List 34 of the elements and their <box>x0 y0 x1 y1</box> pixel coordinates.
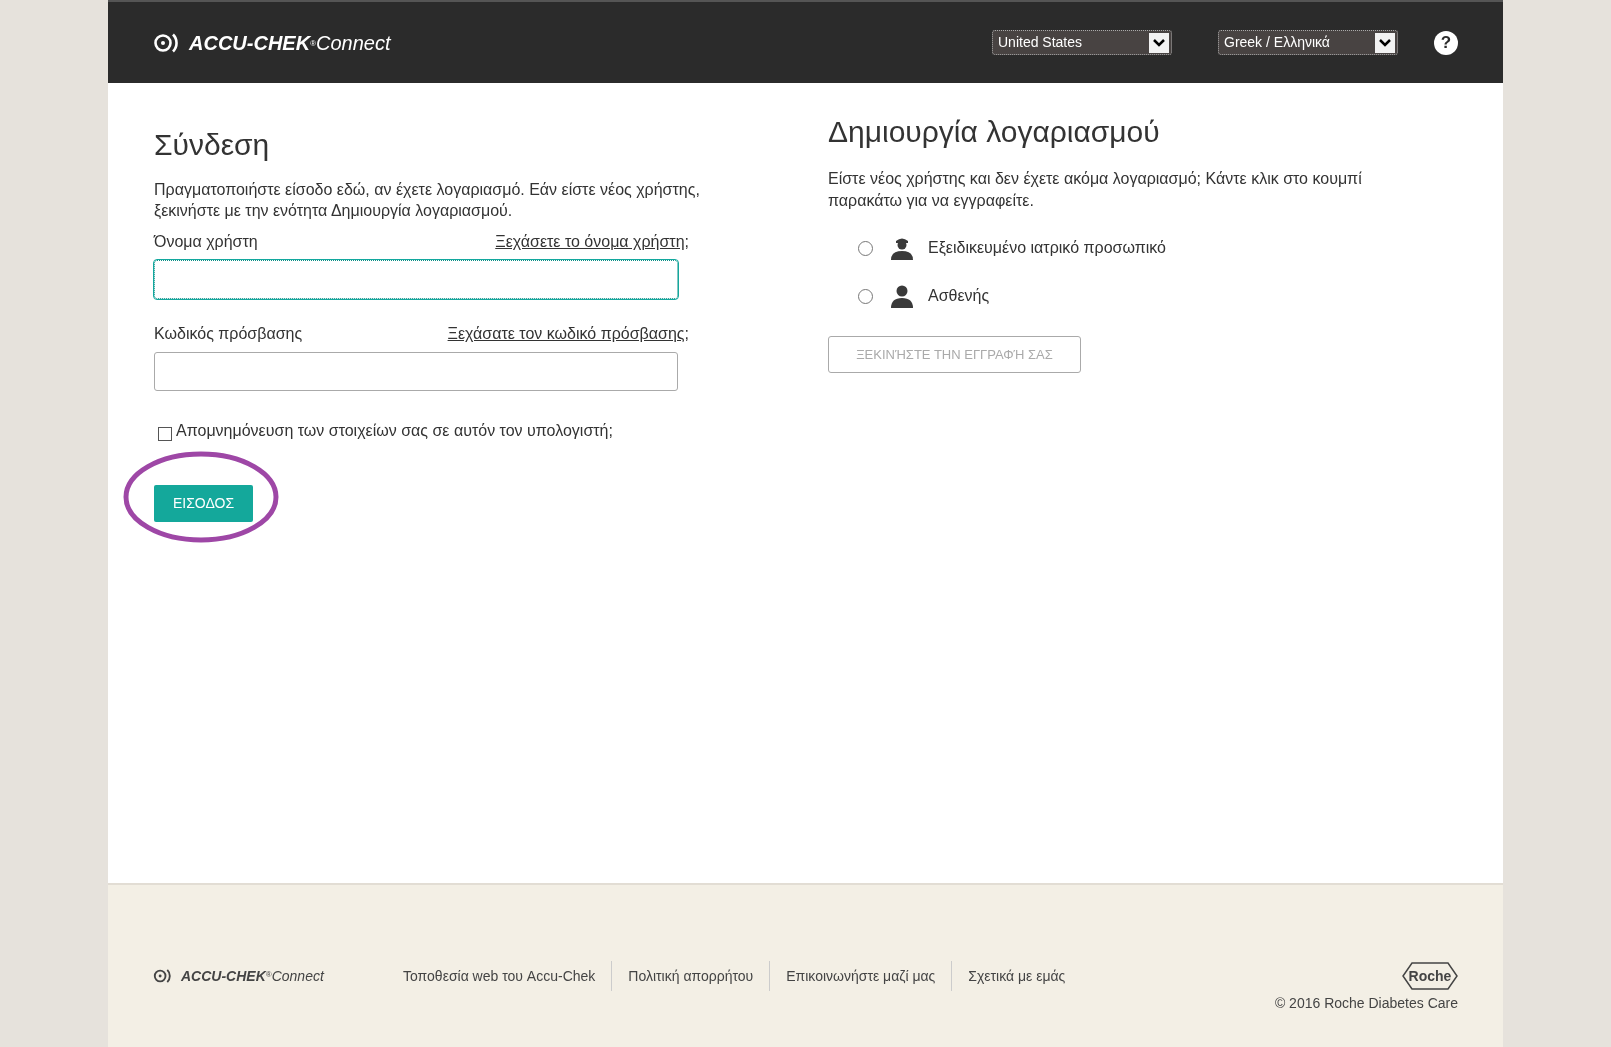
person-icon <box>890 284 914 308</box>
footer-link[interactable]: Πολιτική απορρήτου <box>611 961 770 991</box>
input-field[interactable] <box>154 260 678 299</box>
signal-logo-icon <box>153 968 173 984</box>
footer-link[interactable]: Τοποθεσία web του Accu-Chek <box>403 961 612 991</box>
field-label: Όνομα χρήστη <box>154 232 258 252</box>
forgot-link[interactable]: Ξεχάσατε τον κωδικό πρόσβασης; <box>447 322 689 346</box>
intro-text: Πραγματοποιήστε είσοδο εδώ, αν έχετε λογαριασμό. Εάν είστε νέος χρήστης, ξεκινήστε με την ενότητα Δημιουργία λογαριασμού. <box>154 180 701 221</box>
footer-link[interactable]: Σχετικά με εμάς <box>951 961 1082 991</box>
role-radio[interactable] <box>858 288 873 304</box>
company-logo: Roche <box>1402 962 1458 990</box>
field-label: Κωδικός πρόσβασης <box>154 324 303 344</box>
remember-checkbox[interactable] <box>158 426 172 441</box>
help-button[interactable]: ? <box>1434 30 1458 55</box>
input-field[interactable] <box>154 352 678 391</box>
intro-text: Είστε νέος χρήστης και δεν έχετε ακόμα λογαριασμό; Κάντε κλικ στο κουμπί παρακάτω για να εγγραφείτε. <box>828 169 1363 211</box>
chevron-down-icon <box>1149 32 1169 53</box>
role-radio[interactable] <box>858 240 873 256</box>
dropdown[interactable]: United States <box>992 30 1172 55</box>
footer-link[interactable]: Επικοινωνήστε μαζί μας <box>769 961 952 991</box>
brand-logo: ACCU-CHEK$^{®}$Connect <box>189 30 391 56</box>
signal-logo-icon <box>153 31 181 54</box>
doctor-icon <box>890 236 914 260</box>
dropdown[interactable]: Greek / Ελληνικά <box>1218 30 1398 55</box>
role-label: Εξειδικευμένο ιατρικό προσωπικό <box>928 238 1166 258</box>
brand-logo: ACCU-CHEK$^{®}$Connect <box>181 966 324 986</box>
remember-label: Απομνημόνευση των στοιχείων σας σε αυτόν τον υπολογιστή; <box>176 421 613 441</box>
role-label: Ασθενής <box>928 286 990 306</box>
forgot-link[interactable]: Ξεχάσετε το όνομα χρήστη; <box>495 230 689 254</box>
copyright-text: © 2016 Roche Diabetes Care <box>1274 994 1458 1013</box>
register-button: ΞΕΚΙΝΉΣΤΕ ΤΗΝ ΕΓΓΡΑΦΉ ΣΑΣ <box>828 336 1081 373</box>
section-title: Σύνδεση <box>154 127 271 163</box>
section-title: Δημιουργία λογαριασμού <box>828 114 1161 150</box>
chevron-down-icon <box>1375 32 1395 53</box>
